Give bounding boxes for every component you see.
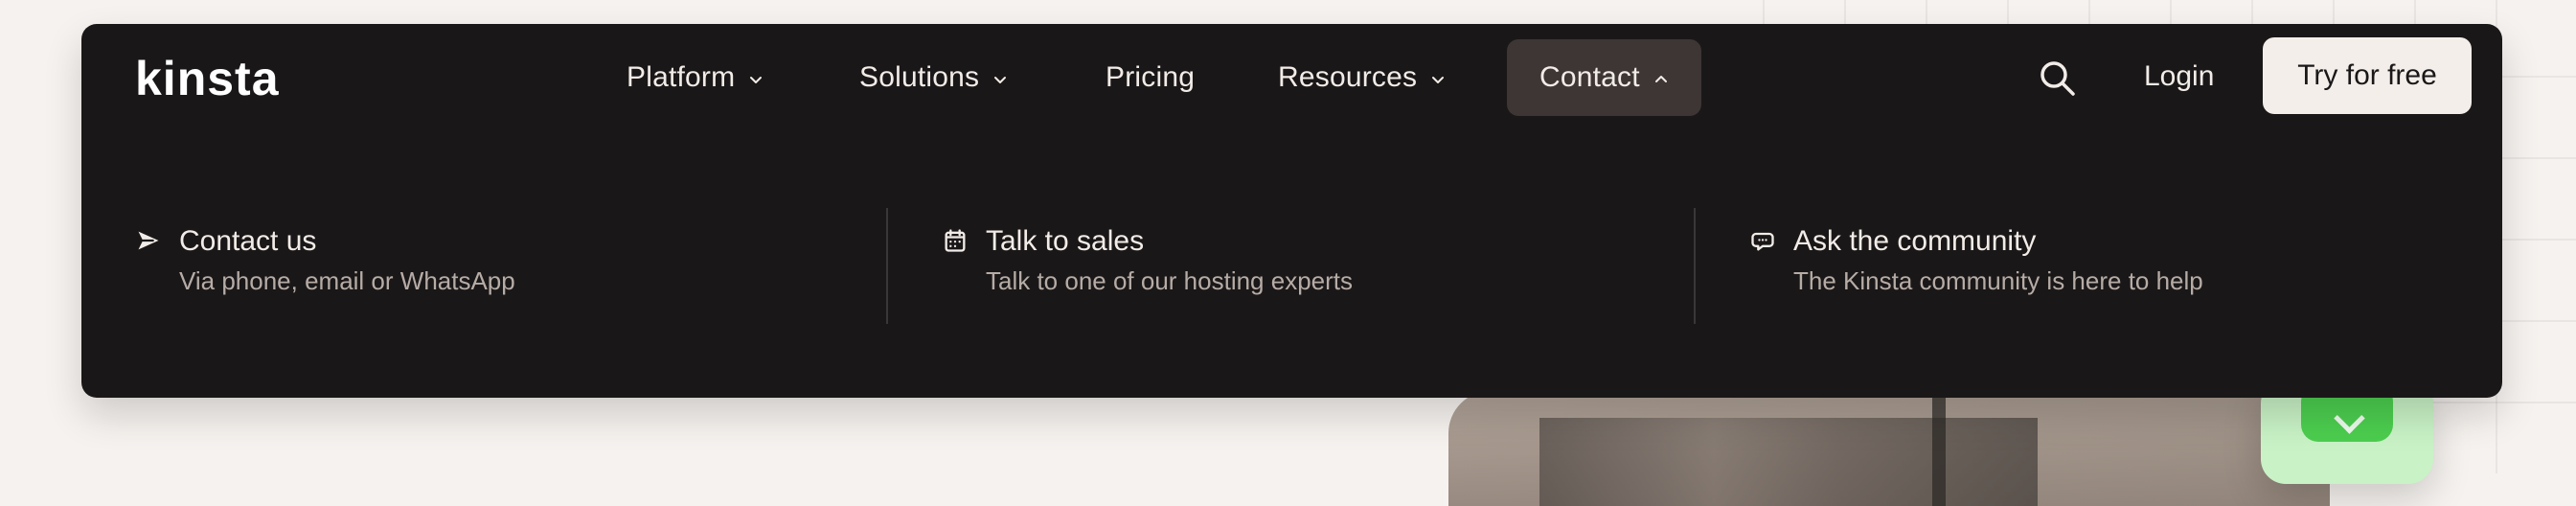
send-icon	[135, 227, 162, 254]
calendar-icon	[942, 227, 969, 254]
ask-community-subtitle: The Kinsta community is here to help	[1793, 266, 2203, 295]
chevron-down-icon	[992, 72, 1008, 87]
contact-us-subtitle: Via phone, email or WhatsApp	[179, 266, 515, 295]
talk-to-sales-subtitle: Talk to one of our hosting experts	[986, 266, 1354, 295]
ask-community-text: Ask the community The Kinsta community i…	[1793, 225, 2203, 296]
nav-item-platform[interactable]: Platform	[627, 39, 764, 116]
talk-to-sales-text: Talk to sales Talk to one of our hosting…	[986, 225, 1353, 296]
chevron-down-icon	[1430, 72, 1446, 87]
chevron-down-icon	[748, 72, 764, 87]
chat-bubble-icon	[1749, 227, 1776, 254]
top-navigation: kinsta Platform Solutions Pricing Resour…	[81, 24, 2502, 398]
talk-to-sales-card[interactable]: Talk to sales Talk to one of our hosting…	[942, 202, 1727, 333]
chevron-up-icon	[1653, 72, 1669, 87]
nav-item-contact[interactable]: Contact	[1507, 39, 1701, 116]
login-link[interactable]: Login	[2144, 60, 2214, 93]
ask-community-card[interactable]: Ask the community The Kinsta community i…	[1749, 202, 2502, 333]
talk-to-sales-title: Talk to sales	[986, 225, 1145, 257]
menu-divider	[1694, 208, 1696, 324]
ask-community-title: Ask the community	[1793, 225, 2037, 257]
nav-item-resources[interactable]: Resources	[1278, 39, 1446, 116]
nav-item-label: Contact	[1539, 61, 1640, 93]
contact-dropdown: Contact us Via phone, email or WhatsApp	[81, 202, 2502, 365]
contact-us-text: Contact us Via phone, email or WhatsApp	[179, 225, 515, 296]
hero-photo	[1448, 391, 2330, 506]
primary-nav: Platform Solutions Pricing Resources Con…	[81, 24, 2502, 129]
nav-item-label: Solutions	[859, 61, 980, 93]
try-for-free-button[interactable]: Try for free	[2263, 37, 2472, 114]
nav-item-label: Resources	[1278, 61, 1418, 93]
nav-item-pricing[interactable]: Pricing	[1106, 39, 1195, 116]
nav-item-label: Pricing	[1106, 61, 1196, 93]
contact-us-card[interactable]: Contact us Via phone, email or WhatsApp	[135, 202, 921, 333]
search-icon[interactable]	[2035, 56, 2081, 102]
nav-item-label: Platform	[627, 61, 736, 93]
contact-us-title: Contact us	[179, 225, 317, 257]
menu-divider	[886, 208, 888, 324]
nav-item-solutions[interactable]: Solutions	[859, 39, 1008, 116]
